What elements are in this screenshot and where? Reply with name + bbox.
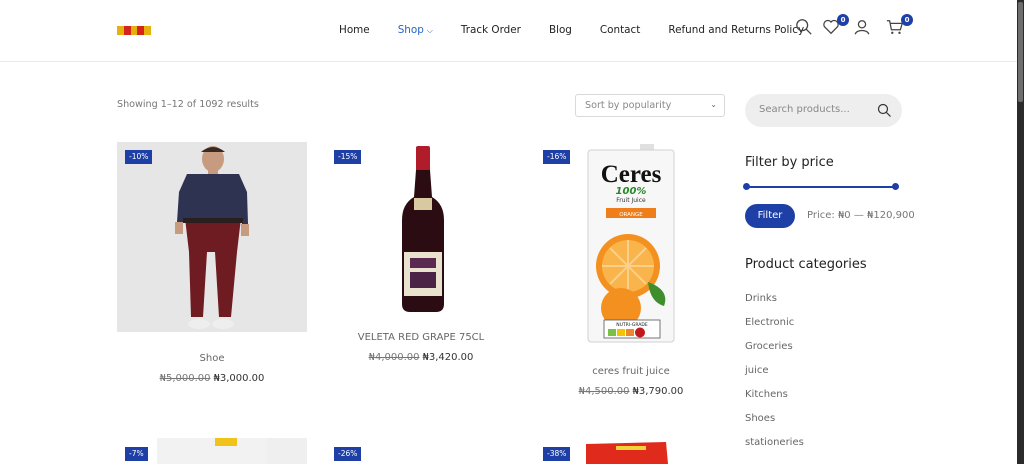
sale-price: ₦3,420.00 — [422, 352, 474, 363]
sale-badge: -16% — [543, 150, 571, 164]
cart-icon[interactable]: 0 — [886, 14, 913, 38]
product-categories-title: Product categories — [745, 257, 867, 272]
product-search-input[interactable]: Search products... — [745, 94, 902, 127]
ceres-subtitle-text: Fruit Juice — [616, 197, 646, 204]
ceres-brand-text: Ceres — [601, 161, 662, 188]
category-link-kitchens[interactable]: Kitchens — [745, 389, 788, 400]
product-card[interactable]: -26% — [326, 438, 516, 464]
chevron-down-icon: ⌄ — [710, 100, 717, 109]
sale-price: ₦3,000.00 — [213, 373, 265, 384]
sort-select-value: Sort by popularity — [585, 100, 672, 111]
site-header: Home Shop ⌵ Track Order Blog Contact Refu… — [0, 0, 1017, 62]
nav-shop[interactable]: Shop ⌵ — [398, 24, 433, 36]
old-price: ₦4,000.00 — [368, 352, 420, 363]
search-placeholder: Search products... — [759, 104, 850, 115]
product-card[interactable]: -15% VELETA RED GRAPE 75CL ₦4,000.00 ₦3,4… — [326, 142, 516, 372]
product-price: ₦5,000.00 ₦3,000.00 — [117, 373, 307, 384]
old-price: ₦4,500.00 — [578, 386, 630, 397]
product-image-ceres-juice[interactable]: Ceres 100% Fruit Juice ORANGE NUTRI-GRAD… — [536, 142, 726, 347]
chevron-down-icon: ⌵ — [426, 26, 433, 35]
product-price: ₦4,000.00 ₦3,420.00 — [326, 352, 516, 363]
category-link-electronic[interactable]: Electronic — [745, 317, 794, 328]
ceres-percent-text: 100% — [616, 186, 647, 197]
wishlist-icon[interactable]: 0 — [822, 14, 849, 38]
old-price: ₦5,000.00 — [159, 373, 211, 384]
search-icon[interactable] — [877, 103, 892, 118]
category-link-stationeries[interactable]: stationeries — [745, 437, 804, 448]
slider-handle-max[interactable] — [892, 183, 899, 190]
category-link-juice[interactable]: juice — [745, 365, 769, 376]
sale-badge: -15% — [334, 150, 362, 164]
product-card[interactable]: -10% Shoe ₦5,000.00 ₦3,000.00 — [117, 142, 307, 392]
category-link-drinks[interactable]: Drinks — [745, 293, 777, 304]
product-price: ₦4,500.00 ₦3,790.00 — [536, 386, 726, 397]
nav-home[interactable]: Home — [339, 24, 370, 36]
wishlist-count-badge: 0 — [837, 14, 849, 26]
product-card[interactable]: Ceres 100% Fruit Juice ORANGE NUTRI-GRAD… — [536, 142, 726, 402]
product-name[interactable]: Shoe — [117, 353, 307, 364]
header-icons: 0 0 — [795, 14, 913, 38]
ceres-flavor-text: ORANGE — [619, 212, 643, 218]
product-name[interactable]: VELETA RED GRAPE 75CL — [326, 332, 516, 343]
nav-refund-policy[interactable]: Refund and Returns Policy — [668, 24, 804, 36]
sale-badge: -26% — [334, 447, 362, 461]
nav-track-order[interactable]: Track Order — [461, 24, 521, 36]
price-range-label: Price: ₦0 — ₦120,900 — [807, 210, 915, 221]
main-nav: Home Shop ⌵ Track Order Blog Contact Refu… — [339, 24, 832, 36]
nav-contact[interactable]: Contact — [600, 24, 640, 36]
category-link-groceries[interactable]: Groceries — [745, 341, 793, 352]
sale-badge: -10% — [125, 150, 153, 164]
filter-button[interactable]: Filter — [745, 204, 795, 228]
price-range-slider[interactable] — [743, 183, 899, 190]
results-count: Showing 1–12 of 1092 results — [117, 99, 259, 110]
product-image-shoe[interactable] — [117, 142, 307, 332]
site-logo[interactable] — [117, 26, 151, 35]
product-image-veleta-red-grape[interactable] — [326, 142, 516, 322]
nav-shop-label: Shop — [397, 24, 424, 36]
search-icon[interactable] — [795, 18, 815, 38]
nutri-grade-text: NUTRI-GRADE — [616, 322, 648, 328]
category-link-shoes[interactable]: Shoes — [745, 413, 775, 424]
cart-count-badge: 0 — [901, 14, 913, 26]
sale-price: ₦3,790.00 — [632, 386, 684, 397]
filter-by-price-title: Filter by price — [745, 155, 834, 170]
sale-badge: -38% — [543, 447, 571, 461]
product-name[interactable]: ceres fruit juice — [536, 366, 726, 377]
window-scrollbar[interactable] — [1017, 0, 1024, 464]
sort-select[interactable]: Sort by popularity ⌄ — [575, 94, 725, 117]
product-card[interactable]: -7% — [117, 438, 307, 464]
slider-handle-min[interactable] — [743, 183, 750, 190]
sale-badge: -7% — [125, 447, 148, 461]
product-card[interactable]: -38% — [536, 438, 726, 464]
nav-blog[interactable]: Blog — [549, 24, 572, 36]
account-icon[interactable] — [853, 18, 873, 38]
scrollbar-thumb[interactable] — [1018, 2, 1023, 102]
